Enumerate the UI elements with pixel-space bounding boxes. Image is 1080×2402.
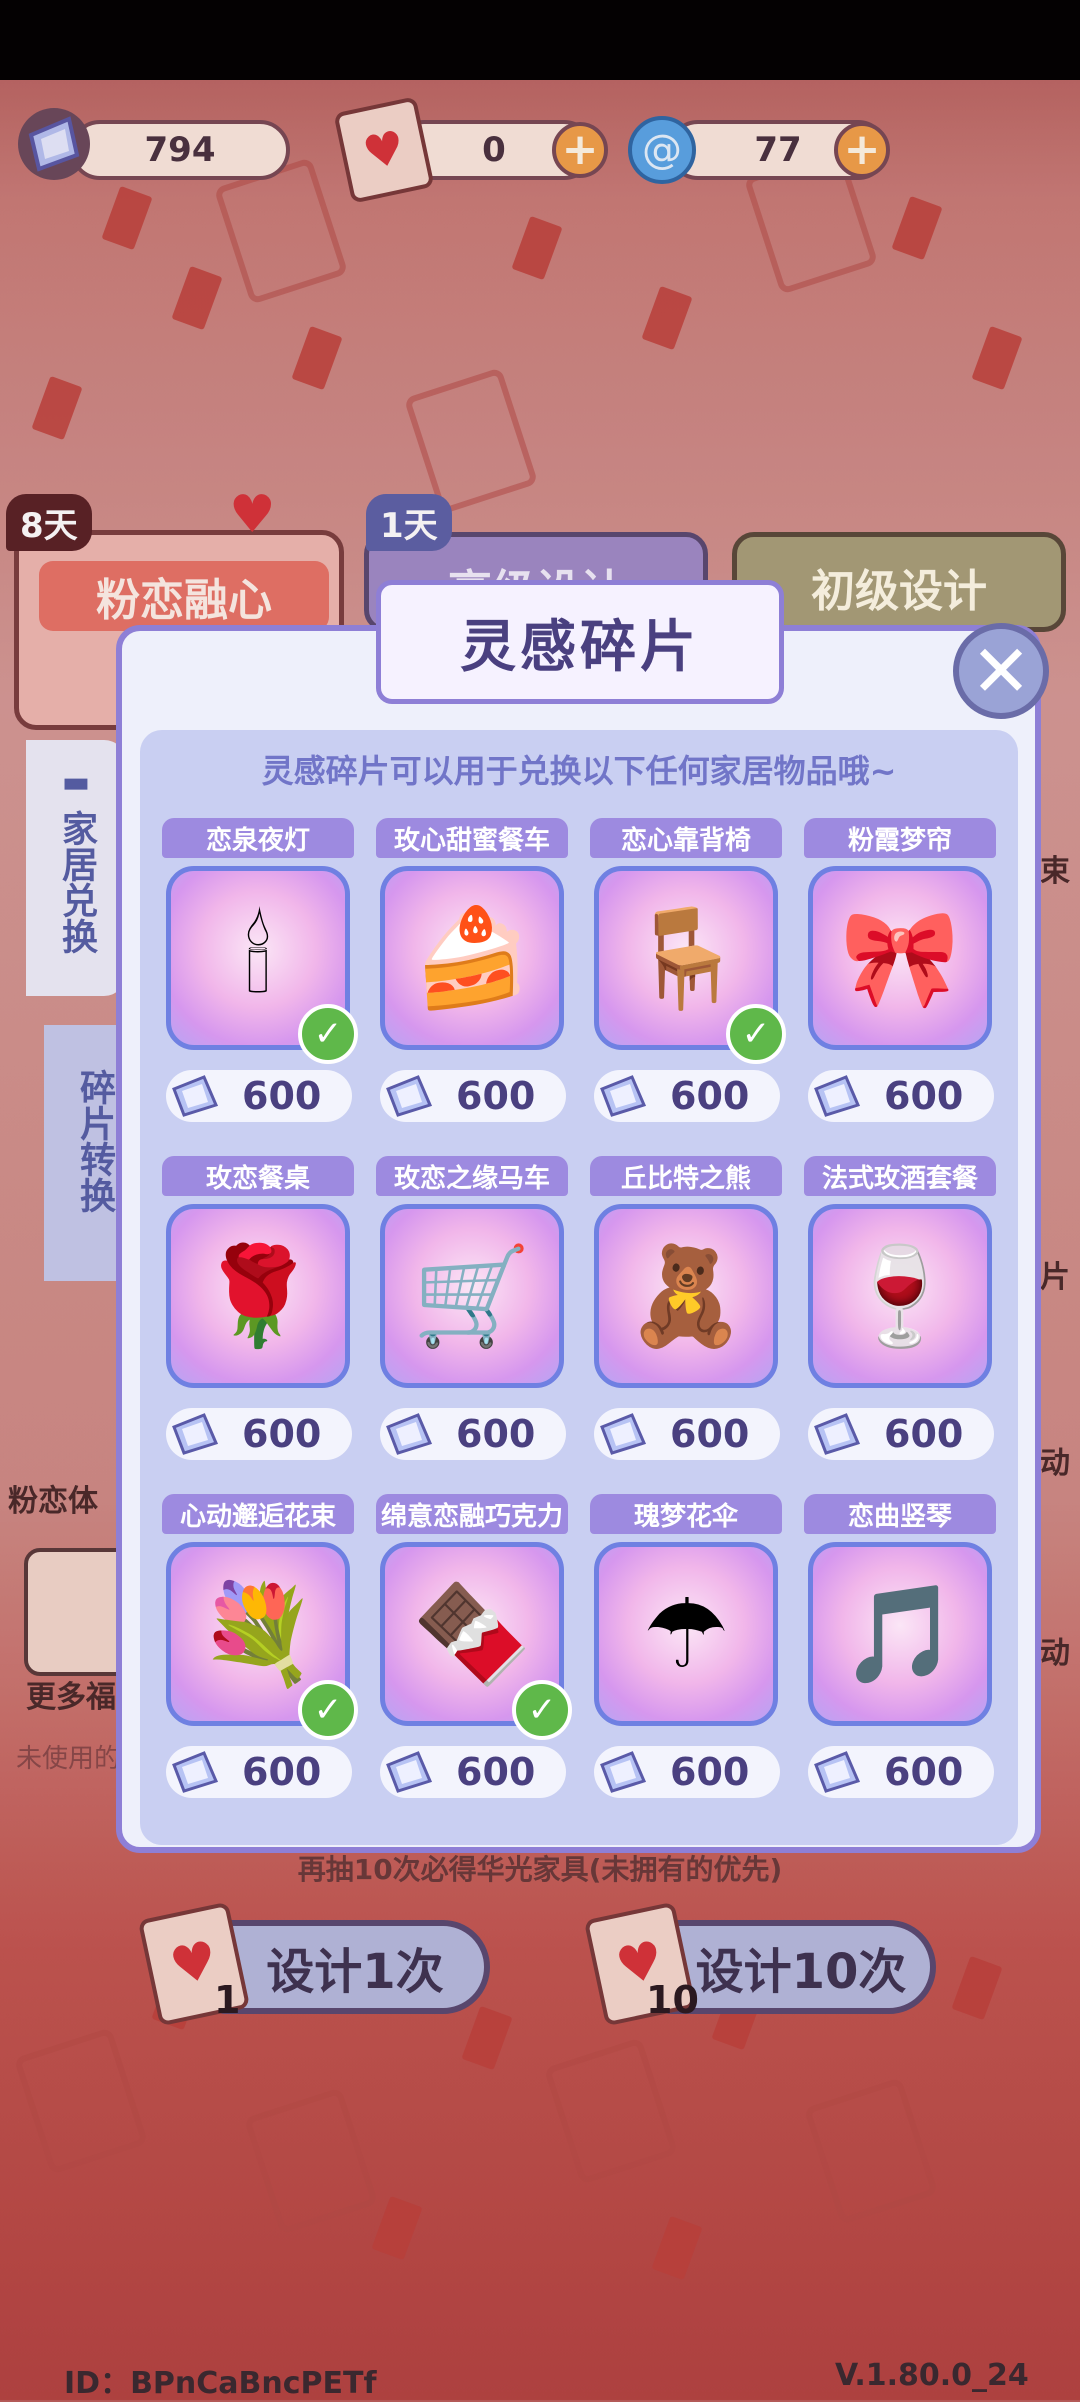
cost-value: 600: [670, 1412, 750, 1456]
furniture-item[interactable]: 玫恋餐桌 🌹 600: [160, 1156, 356, 1472]
heart-chair-icon: 🪑: [626, 902, 746, 1014]
wine-set-icon: 🍷: [840, 1240, 960, 1352]
exchange-cost: 600: [380, 1070, 566, 1122]
furniture-item[interactable]: 丘比特之熊 🧸 600: [588, 1156, 784, 1472]
cost-value: 600: [670, 1750, 750, 1794]
scroll-fade: [140, 1815, 1018, 1845]
bouquet-icon: 💐: [198, 1578, 318, 1690]
crystal-fragment-icon: [810, 1074, 866, 1118]
owned-check-icon: ✓: [298, 1680, 358, 1740]
curtain-icon: 🎀: [840, 902, 960, 1014]
item-name: 恋曲竖琴: [804, 1494, 996, 1534]
item-grid: 恋泉夜灯 🕯 ✓ 600 玫心甜蜜餐车 🍰 600 恋心靠背椅 🪑 ✓ 600 粉霞梦帘 🎀 600 玫恋餐…: [160, 818, 1000, 1810]
furniture-item[interactable]: 玫恋之缘马车 🛒 600: [374, 1156, 570, 1472]
cost-value: 600: [884, 1074, 964, 1118]
exchange-cost: 600: [594, 1746, 780, 1798]
item-name: 玫恋之缘马车: [376, 1156, 568, 1196]
carriage-icon: 🛒: [412, 1240, 532, 1352]
modal-title: 灵感碎片: [376, 580, 784, 704]
exchange-cost: 600: [808, 1746, 994, 1798]
crystal-fragment-icon: [810, 1750, 866, 1794]
item-name: 心动邂逅花束: [162, 1494, 354, 1534]
furniture-item[interactable]: 瑰梦花伞 ☂ 600: [588, 1494, 784, 1810]
owned-check-icon: ✓: [298, 1004, 358, 1064]
dining-table-icon: 🌹: [198, 1240, 318, 1352]
crystal-fragment-icon: [382, 1750, 438, 1794]
item-name: 玫恋餐桌: [162, 1156, 354, 1196]
night-lamp-icon: 🕯: [244, 902, 272, 1014]
crystal-fragment-icon: [168, 1750, 224, 1794]
item-image[interactable]: 🧸: [594, 1204, 778, 1388]
exchange-cost: 600: [380, 1746, 566, 1798]
item-image[interactable]: 🍷: [808, 1204, 992, 1388]
item-image[interactable]: 🛒: [380, 1204, 564, 1388]
umbrella-icon: ☂: [642, 1578, 730, 1690]
furniture-item[interactable]: 法式玫酒套餐 🍷 600: [802, 1156, 998, 1472]
furniture-item[interactable]: 粉霞梦帘 🎀 600: [802, 818, 998, 1134]
item-name: 恋泉夜灯: [162, 818, 354, 858]
item-name: 玫心甜蜜餐车: [376, 818, 568, 858]
cost-value: 600: [242, 1074, 322, 1118]
owned-check-icon: ✓: [726, 1004, 786, 1064]
item-list-panel: 灵感碎片可以用于兑换以下任何家居物品哦~ 恋泉夜灯 🕯 ✓ 600 玫心甜蜜餐车 🍰 600…: [140, 730, 1018, 1845]
item-image[interactable]: 🍰: [380, 866, 564, 1050]
owned-check-icon: ✓: [512, 1680, 572, 1740]
item-name: 瑰梦花伞: [590, 1494, 782, 1534]
item-image[interactable]: 🎵: [808, 1542, 992, 1726]
furniture-item[interactable]: 恋曲竖琴 🎵 600: [802, 1494, 998, 1810]
cupid-bear-icon: 🧸: [626, 1240, 746, 1352]
item-name: 恋心靠背椅: [590, 818, 782, 858]
cost-value: 600: [884, 1412, 964, 1456]
exchange-cost: 600: [380, 1408, 566, 1460]
crystal-fragment-icon: [168, 1412, 224, 1456]
harp-icon: 🎵: [840, 1578, 960, 1690]
chocolate-box-icon: 🍫: [412, 1578, 532, 1690]
crystal-fragment-icon: [596, 1750, 652, 1794]
exchange-cost: 600: [594, 1070, 780, 1122]
crystal-fragment-icon: [810, 1412, 866, 1456]
exchange-cost: 600: [166, 1408, 352, 1460]
cost-value: 600: [456, 1750, 536, 1794]
crystal-fragment-icon: [168, 1074, 224, 1118]
crystal-fragment-icon: [382, 1074, 438, 1118]
item-name: 丘比特之熊: [590, 1156, 782, 1196]
modal-subtitle: 灵感碎片可以用于兑换以下任何家居物品哦~: [261, 752, 897, 790]
cost-value: 600: [242, 1412, 322, 1456]
crystal-fragment-icon: [382, 1412, 438, 1456]
close-button[interactable]: ✕: [953, 623, 1049, 719]
exchange-cost: 600: [594, 1408, 780, 1460]
dessert-cart-icon: 🍰: [412, 902, 532, 1014]
exchange-cost: 600: [166, 1746, 352, 1798]
crystal-fragment-icon: [596, 1074, 652, 1118]
item-image[interactable]: 🌹: [166, 1204, 350, 1388]
cost-value: 600: [670, 1074, 750, 1118]
furniture-item[interactable]: 玫心甜蜜餐车 🍰 600: [374, 818, 570, 1134]
exchange-cost: 600: [808, 1408, 994, 1460]
item-name: 粉霞梦帘: [804, 818, 996, 858]
cost-value: 600: [884, 1750, 964, 1794]
item-name: 绵意恋融巧克力: [376, 1494, 568, 1534]
item-name: 法式玫酒套餐: [804, 1156, 996, 1196]
furniture-item[interactable]: 恋心靠背椅 🪑 ✓ 600: [588, 818, 786, 1134]
furniture-item[interactable]: 恋泉夜灯 🕯 ✓ 600: [160, 818, 358, 1134]
item-image[interactable]: 🎀: [808, 866, 992, 1050]
cost-value: 600: [456, 1074, 536, 1118]
cost-value: 600: [456, 1412, 536, 1456]
furniture-item[interactable]: 心动邂逅花束 💐 ✓ 600: [160, 1494, 358, 1810]
cost-value: 600: [242, 1750, 322, 1794]
item-image[interactable]: ☂: [594, 1542, 778, 1726]
exchange-cost: 600: [166, 1070, 352, 1122]
crystal-fragment-icon: [596, 1412, 652, 1456]
exchange-cost: 600: [808, 1070, 994, 1122]
furniture-item[interactable]: 绵意恋融巧克力 🍫 ✓ 600: [374, 1494, 572, 1810]
